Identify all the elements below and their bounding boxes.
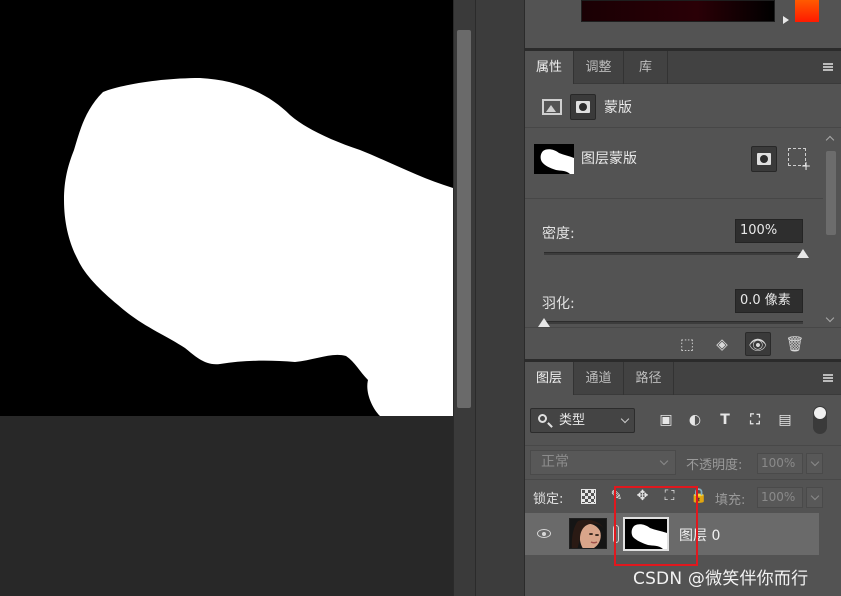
watermark-text: CSDN @微笑伴你而行 <box>633 569 809 589</box>
fill-label: 填充: <box>715 493 746 508</box>
visibility-icon[interactable]: 👁 <box>745 332 771 356</box>
feather-slider[interactable] <box>544 321 803 324</box>
fill-input[interactable]: 100% <box>757 487 803 508</box>
tab-paths[interactable]: 路径 <box>624 362 674 395</box>
panel-menu-icon[interactable] <box>823 63 833 71</box>
mask-preview <box>64 78 453 416</box>
layer-filter-select[interactable]: 类型 <box>530 408 635 433</box>
panel-dock-gutter <box>475 0 525 596</box>
tab-properties[interactable]: 属性 <box>525 51 574 84</box>
fill-dropdown[interactable] <box>806 487 823 508</box>
type-filter-icon[interactable]: T <box>717 412 733 428</box>
canvas-vertical-scrollbar[interactable] <box>453 0 475 596</box>
blend-mode-value: 正常 <box>541 454 569 470</box>
document-canvas[interactable] <box>0 0 453 416</box>
properties-scroll-thumb[interactable] <box>826 151 836 235</box>
right-panel-column: 属性 调整 库 蒙版 图层蒙版 密度: <box>525 0 841 596</box>
filter-type-label: 类型 <box>559 413 586 428</box>
feather-label: 羽化: <box>542 296 575 312</box>
hue-slider-marker[interactable] <box>783 16 789 24</box>
tab-layers[interactable]: 图层 <box>525 362 574 395</box>
scrollbar-thumb[interactable] <box>457 30 471 408</box>
select-pixel-mask-button[interactable] <box>751 146 777 172</box>
density-input[interactable]: 100% <box>735 219 803 243</box>
scroll-down-icon[interactable] <box>825 313 835 323</box>
mask-white-shape <box>64 78 453 416</box>
layer-row[interactable]: 图层 0 <box>525 513 819 555</box>
link-chain-icon[interactable] <box>613 525 619 543</box>
scroll-up-icon[interactable] <box>825 135 835 145</box>
color-picker-panel <box>525 0 841 48</box>
layer-mask-thumbnail <box>534 144 574 174</box>
blend-row: 正常 不透明度: 100% <box>525 445 841 479</box>
feather-input[interactable]: 0.0 像素 <box>735 289 803 313</box>
layer-mask-row: 图层蒙版 <box>525 129 823 199</box>
color-field[interactable] <box>581 0 775 22</box>
pixel-mask-icon[interactable] <box>542 99 562 115</box>
canvas-area[interactable] <box>0 0 453 596</box>
chevron-down-icon <box>659 456 669 466</box>
lock-artboard-icon[interactable]: ⛶ <box>662 489 677 504</box>
blend-mode-select[interactable]: 正常 <box>530 450 676 475</box>
opacity-input[interactable]: 100% <box>757 453 803 474</box>
apply-mask-icon[interactable]: ◈ <box>709 332 735 356</box>
vector-mask-button[interactable] <box>570 94 596 120</box>
layers-panel-menu-icon[interactable] <box>823 374 833 382</box>
lock-position-icon[interactable]: ✥ <box>635 489 650 504</box>
properties-panel: 属性 调整 库 蒙版 图层蒙版 密度: <box>525 51 841 359</box>
eye-icon[interactable] <box>537 529 551 538</box>
adjustment-filter-icon[interactable]: ◐ <box>687 412 703 428</box>
hue-strip[interactable] <box>795 0 819 22</box>
properties-tabbar: 属性 调整 库 <box>525 51 841 84</box>
search-icon <box>538 414 547 423</box>
lock-pixels-icon[interactable]: ✎ <box>609 489 624 504</box>
smart-object-filter-icon[interactable]: ▤ <box>777 412 793 428</box>
layer-thumbnail[interactable] <box>569 518 607 549</box>
add-vector-mask-icon[interactable] <box>788 148 811 173</box>
lock-label: 锁定: <box>533 492 564 507</box>
properties-scrollbar[interactable] <box>823 131 839 327</box>
layer-name[interactable]: 图层 0 <box>679 525 720 545</box>
lock-all-icon[interactable]: 🔒 <box>690 489 707 504</box>
photoshop-window: 属性 调整 库 蒙版 图层蒙版 密度: <box>0 0 841 596</box>
layer-mask-label: 图层蒙版 <box>581 151 637 167</box>
density-label: 密度: <box>542 226 575 242</box>
filter-toggle[interactable] <box>813 406 827 434</box>
lock-transparent-icon[interactable] <box>581 489 596 504</box>
image-filter-icon[interactable]: ▣ <box>658 412 674 428</box>
tab-channels[interactable]: 通道 <box>574 362 624 395</box>
trash-icon[interactable]: 🗑 <box>782 332 808 356</box>
opacity-dropdown[interactable] <box>806 453 823 474</box>
feather-slider-thumb[interactable] <box>538 318 550 327</box>
mask-type-row: 蒙版 <box>525 84 841 128</box>
layer-mask-thumbnail-selected[interactable] <box>623 517 669 551</box>
tab-adjustments[interactable]: 调整 <box>574 51 624 84</box>
shape-filter-icon[interactable]: ⛶ <box>747 412 763 428</box>
density-slider-thumb[interactable] <box>797 249 809 258</box>
properties-bottom-toolbar: ⬚ ◈ 👁 🗑 <box>525 327 841 359</box>
tab-libraries[interactable]: 库 <box>624 51 668 84</box>
layer-filter-row: 类型 ▣ ◐ T ⛶ ▤ <box>525 395 841 445</box>
opacity-label: 不透明度: <box>686 458 743 473</box>
layers-tabbar: 图层 通道 路径 <box>525 362 841 395</box>
density-slider[interactable] <box>544 252 803 255</box>
mask-section-label: 蒙版 <box>604 100 632 116</box>
lock-row: 锁定: ✎ ✥ ⛶ 🔒 填充: 100% <box>525 479 841 513</box>
layers-panel: 图层 通道 路径 类型 ▣ ◐ T ⛶ ▤ 正常 不透明度: 100% 锁定: … <box>525 362 841 596</box>
selection-icon[interactable]: ⬚ <box>674 332 700 356</box>
chevron-down-icon <box>620 414 630 424</box>
